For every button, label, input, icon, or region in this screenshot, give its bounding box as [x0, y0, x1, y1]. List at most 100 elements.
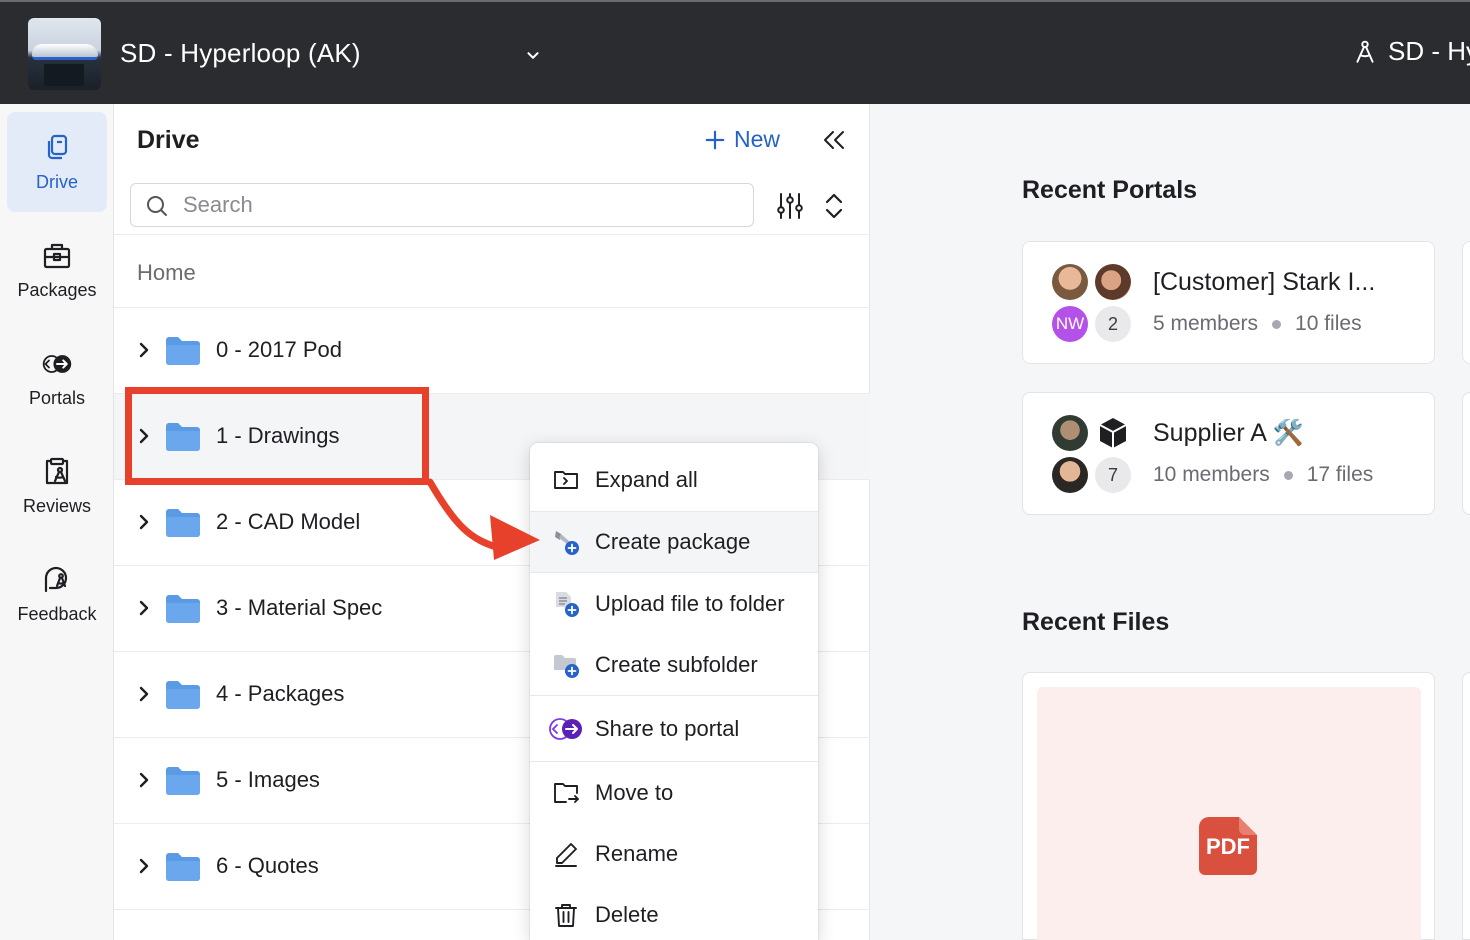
review-icon	[45, 457, 69, 484]
project-title[interactable]: SD - Hyperloop (AK)	[120, 38, 361, 69]
rail-label: Portals	[28, 387, 86, 408]
avatar	[1052, 415, 1088, 451]
search-box[interactable]	[130, 183, 754, 227]
feedback-icon	[44, 566, 68, 592]
portal-members: 5 members	[1153, 312, 1259, 335]
menu-label: Create subfolder	[595, 652, 758, 677]
avatar	[1095, 264, 1131, 300]
portal-files: 10 files	[1295, 312, 1362, 335]
menu-item-create-subfolder[interactable]: Create subfolder	[530, 635, 818, 695]
plus-icon	[705, 130, 725, 149]
annotation-highlight-box	[125, 387, 429, 485]
nav-rail: Drive Packages Portals Reviews Feedback	[0, 104, 114, 940]
cube-logo-icon	[1099, 418, 1127, 448]
portal-name: Supplier A 🛠️	[1153, 419, 1304, 447]
avatar-count: 2	[1095, 306, 1131, 342]
trash-icon	[555, 904, 577, 927]
folder-icon	[166, 337, 200, 365]
create-subfolder-icon	[554, 655, 579, 678]
separator-dot	[1283, 470, 1293, 480]
chevron-right-icon[interactable]	[134, 512, 154, 532]
search-input[interactable]	[183, 190, 743, 220]
chevron-down-icon[interactable]	[522, 44, 544, 66]
menu-item-expand-all[interactable]: Expand all	[530, 450, 818, 510]
rail-label: Packages	[17, 279, 97, 300]
menu-item-move-to[interactable]: Move to	[530, 763, 818, 823]
package-icon	[43, 243, 71, 268]
rail-item-feedback[interactable]: Feedback	[7, 544, 107, 644]
project-thumbnail[interactable]	[28, 18, 101, 90]
menu-item-share-portal[interactable]: Share to portal	[530, 699, 818, 759]
folder-name: 3 - Material Spec	[216, 595, 383, 620]
avatar-count: 7	[1095, 457, 1131, 493]
pdf-label: PDF	[1206, 834, 1250, 859]
menu-item-create-package[interactable]: Create package	[530, 512, 818, 572]
file-card[interactable]: PDF	[1022, 672, 1435, 940]
top-bar: SD - Hyperloop (AK) SD - Hy	[0, 0, 1470, 104]
portal-card[interactable]	[1462, 392, 1470, 515]
user-compass-icon	[1356, 40, 1374, 63]
file-preview: PDF	[1037, 687, 1421, 940]
expand-folder-icon	[554, 471, 578, 489]
chevron-right-icon[interactable]	[134, 856, 154, 876]
avatar: NW	[1052, 306, 1088, 342]
portal-card[interactable]	[1462, 241, 1470, 364]
search-icon	[147, 196, 167, 216]
menu-label: Create package	[595, 529, 751, 554]
menu-label: Share to portal	[595, 716, 740, 741]
chevron-right-icon[interactable]	[134, 770, 154, 790]
folder-name: 0 - 2017 Pod	[216, 337, 342, 362]
user-menu[interactable]: SD - Hy	[1352, 36, 1470, 67]
recent-files-title: Recent Files	[1022, 608, 1170, 636]
upload-file-icon	[556, 592, 579, 617]
chevron-right-icon[interactable]	[134, 598, 154, 618]
rail-item-packages[interactable]: Packages	[7, 220, 107, 320]
portal-files: 17 files	[1306, 463, 1374, 486]
folder-icon	[166, 681, 200, 709]
portal-meta: 10 members 17 files	[1153, 463, 1373, 487]
drive-title: Drive	[137, 126, 200, 154]
folder-name: 2 - CAD Model	[216, 509, 361, 534]
rail-item-drive[interactable]: Drive	[7, 112, 107, 212]
menu-item-rename[interactable]: Rename	[530, 824, 818, 884]
filter-sliders-icon[interactable]	[774, 190, 806, 222]
rail-item-reviews[interactable]: Reviews	[7, 436, 107, 536]
portal-members: 10 members	[1153, 463, 1270, 486]
rail-label: Reviews	[22, 495, 92, 516]
user-label: SD - Hy	[1388, 36, 1470, 66]
pencil-icon	[555, 843, 577, 867]
sort-updown-icon[interactable]	[820, 190, 848, 222]
context-menu: Expand all Create package Upload file to…	[530, 443, 818, 940]
new-button[interactable]: New	[704, 126, 780, 153]
menu-label: Expand all	[595, 467, 698, 492]
menu-item-upload-file[interactable]: Upload file to folder	[530, 574, 818, 634]
create-package-icon	[555, 531, 579, 555]
menu-label: Move to	[595, 780, 674, 805]
separator-dot	[1272, 319, 1282, 329]
share-portal-icon	[549, 718, 582, 740]
move-folder-icon	[554, 783, 579, 803]
menu-label: Upload file to folder	[595, 591, 785, 616]
rail-item-portals[interactable]: Portals	[7, 328, 107, 428]
folder-name: 4 - Packages	[216, 681, 345, 706]
rail-label: Feedback	[17, 603, 97, 624]
folder-icon	[166, 595, 200, 623]
collapse-panel-icon[interactable]	[820, 126, 848, 154]
menu-item-delete[interactable]: Delete	[530, 885, 818, 940]
chevron-right-icon[interactable]	[134, 684, 154, 704]
breadcrumb: Home	[114, 234, 870, 308]
breadcrumb-home[interactable]: Home	[137, 260, 196, 286]
new-label: New	[734, 126, 781, 152]
portal-icon	[42, 354, 72, 373]
chevron-right-icon[interactable]	[134, 340, 154, 360]
menu-label: Rename	[595, 841, 679, 866]
recent-portals-title: Recent Portals	[1022, 176, 1198, 204]
folder-icon	[166, 853, 200, 881]
file-card[interactable]	[1462, 672, 1470, 940]
portal-card[interactable]: NW 2 [Customer] Stark I... 5 members 10 …	[1022, 241, 1435, 364]
folder-row[interactable]: 0 - 2017 Pod	[114, 308, 870, 394]
menu-label: Delete	[595, 902, 659, 927]
drive-icon	[47, 134, 68, 159]
portal-card[interactable]: 7 Supplier A 🛠️ 10 members 17 files	[1022, 392, 1435, 515]
pdf-file-icon: PDF	[1199, 817, 1257, 875]
